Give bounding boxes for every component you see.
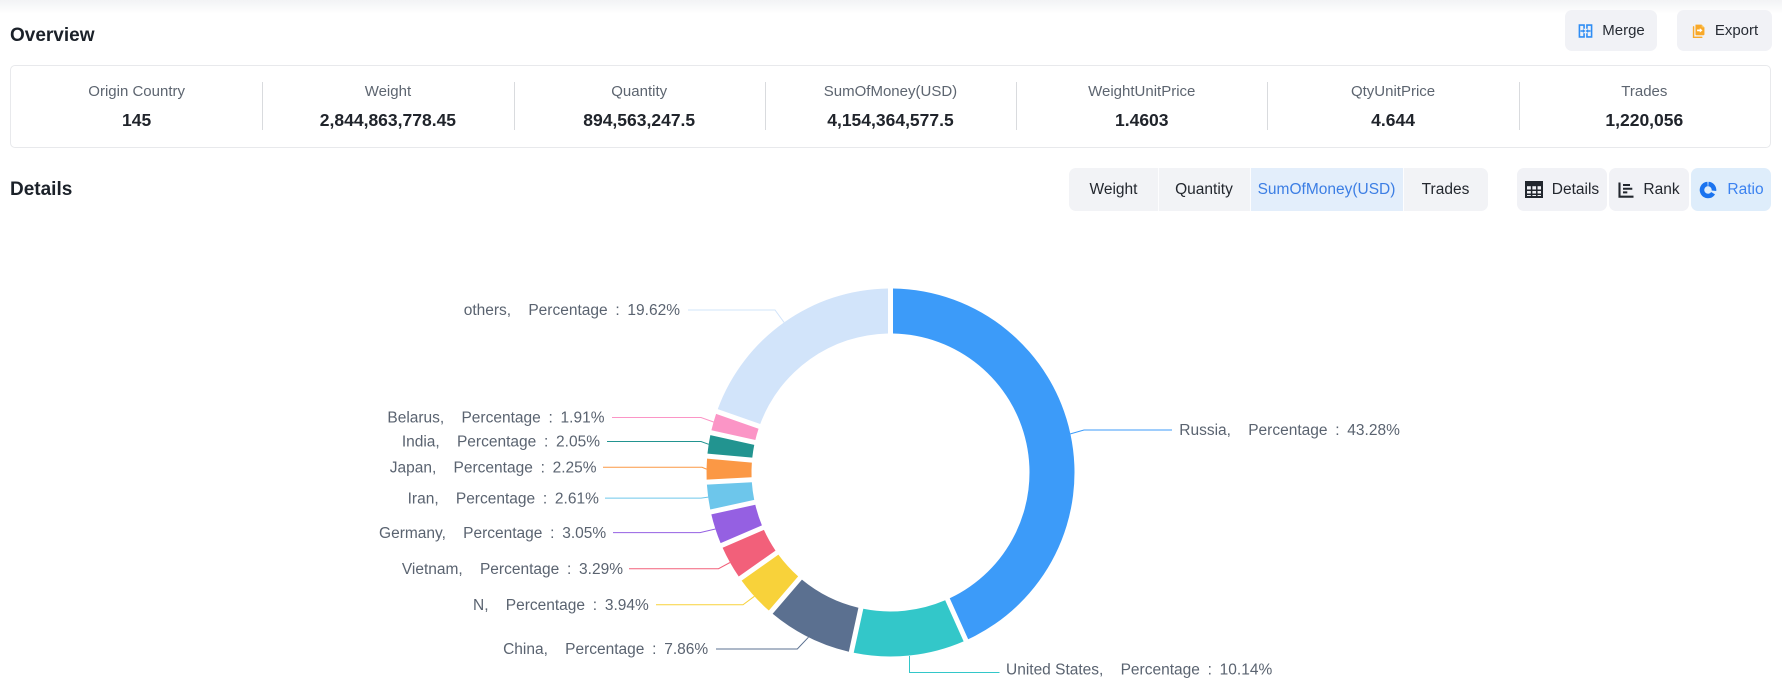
svg-text:China, Percentage : 7.86%: China, Percentage : 7.86% xyxy=(503,641,708,658)
svg-text:N, Percentage : 3.94%: N, Percentage : 3.94% xyxy=(473,597,649,614)
svg-text:Iran, Percentage : 2.61%: Iran, Percentage : 2.61% xyxy=(408,490,599,507)
svg-text:Germany, Percentage : 3.05%: Germany, Percentage : 3.05% xyxy=(379,525,606,542)
svg-text:United States, Percentage :: United States, Percentage : 10.14% xyxy=(1006,662,1272,679)
svg-text:Vietnam, Percentage : 3.29%: Vietnam, Percentage : 3.29% xyxy=(402,561,623,578)
svg-text:Russia, Percentage : 43.28%: Russia, Percentage : 43.28% xyxy=(1179,422,1400,439)
svg-text:Belarus, Percentage : 1.91%: Belarus, Percentage : 1.91% xyxy=(387,410,604,427)
svg-text:India, Percentage : 2.05%: India, Percentage : 2.05% xyxy=(402,434,600,451)
svg-text:Japan, Percentage : 2.25%: Japan, Percentage : 2.25% xyxy=(390,460,597,477)
svg-text:others, Percentage : 19.62%: others, Percentage : 19.62% xyxy=(464,302,680,319)
